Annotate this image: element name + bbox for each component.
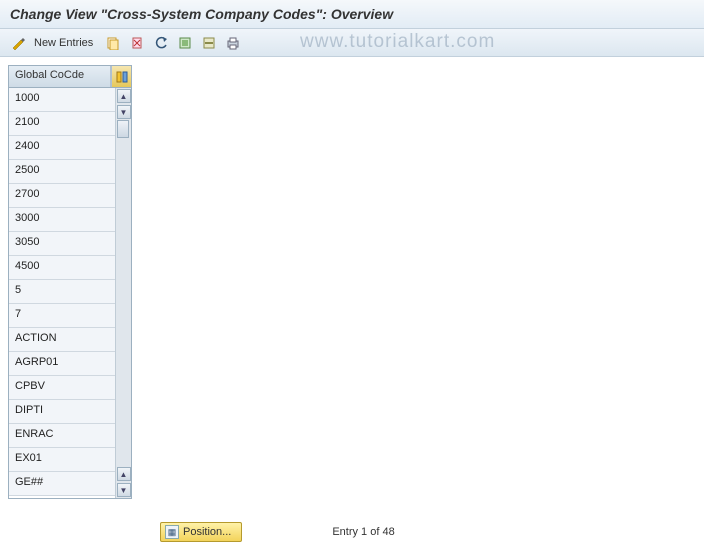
deselect-all-icon[interactable] xyxy=(199,33,219,53)
grid-cell[interactable]: EX01 xyxy=(9,448,115,472)
vertical-scrollbar[interactable]: ▲ ▼ ▲ ▼ xyxy=(115,88,131,498)
select-all-icon[interactable] xyxy=(175,33,195,53)
entry-counter: Entry 1 of 48 xyxy=(332,526,394,538)
scroll-track[interactable] xyxy=(117,120,131,466)
footer: ▦ Position... Entry 1 of 48 xyxy=(0,522,704,542)
grid-cell[interactable]: 2500 xyxy=(9,160,115,184)
position-button[interactable]: ▦ Position... xyxy=(160,522,242,542)
grid-cell[interactable]: 7 xyxy=(9,304,115,328)
print-icon[interactable] xyxy=(223,33,243,53)
new-entries-button[interactable]: New Entries xyxy=(32,37,99,49)
delete-icon[interactable] xyxy=(127,33,147,53)
grid-cell[interactable]: ACTION xyxy=(9,328,115,352)
grid-cell[interactable]: CPBV xyxy=(9,376,115,400)
position-icon: ▦ xyxy=(165,525,179,539)
change-display-icon[interactable] xyxy=(8,33,28,53)
undo-icon[interactable] xyxy=(151,33,171,53)
grid-cell[interactable]: 2100 xyxy=(9,112,115,136)
grid-cell[interactable]: 3050 xyxy=(9,232,115,256)
grid-rows: 1000210024002500270030003050450057ACTION… xyxy=(9,88,115,498)
copy-icon[interactable] xyxy=(103,33,123,53)
column-header-global-cocde[interactable]: Global CoCde xyxy=(9,66,111,87)
scroll-up-icon[interactable]: ▲ xyxy=(117,89,131,103)
toolbar: New Entries www.tutorialkart.com xyxy=(0,29,704,57)
scroll-down-icon[interactable]: ▼ xyxy=(117,105,131,119)
grid-cell[interactable]: 2700 xyxy=(9,184,115,208)
grid-header: Global CoCde xyxy=(9,66,131,88)
configure-columns-icon[interactable] xyxy=(111,66,131,87)
scroll-down-page-icon[interactable]: ▼ xyxy=(117,483,131,497)
grid-cell[interactable]: 3000 xyxy=(9,208,115,232)
grid-cell[interactable]: AGRP01 xyxy=(9,352,115,376)
page-title: Change View "Cross-System Company Codes"… xyxy=(0,0,704,29)
grid-cell[interactable]: DIPTI xyxy=(9,400,115,424)
scroll-thumb[interactable] xyxy=(117,120,129,138)
grid-cell[interactable]: ENRAC xyxy=(9,424,115,448)
grid-cell[interactable]: 2400 xyxy=(9,136,115,160)
grid-cell[interactable]: 5 xyxy=(9,280,115,304)
scroll-up-page-icon[interactable]: ▲ xyxy=(117,467,131,481)
company-code-grid: Global CoCde 100021002400250027003000305… xyxy=(8,65,132,499)
position-label: Position... xyxy=(183,526,231,538)
content-area: Global CoCde 100021002400250027003000305… xyxy=(0,57,704,507)
grid-cell[interactable]: GE## xyxy=(9,472,115,496)
grid-cell[interactable]: 4500 xyxy=(9,256,115,280)
grid-cell[interactable]: 1000 xyxy=(9,88,115,112)
watermark-text: www.tutorialkart.com xyxy=(300,31,495,53)
